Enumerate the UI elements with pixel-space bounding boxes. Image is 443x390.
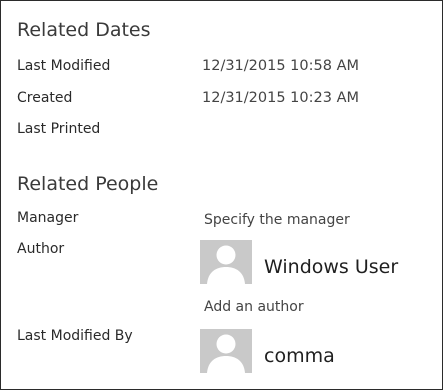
- last-modified-by-name: comma: [264, 345, 335, 367]
- last-printed-label: Last Printed: [17, 121, 101, 137]
- last-modified-by-person[interactable]: comma: [200, 329, 335, 373]
- person-silhouette-icon: [207, 334, 245, 373]
- author-person[interactable]: Windows User: [200, 240, 398, 284]
- author-name: Windows User: [264, 256, 399, 278]
- specify-manager-link[interactable]: Specify the manager: [204, 212, 350, 228]
- person-silhouette-icon: [207, 245, 245, 284]
- related-dates-heading: Related Dates: [17, 19, 151, 41]
- manager-label: Manager: [17, 210, 79, 226]
- related-people-heading: Related People: [17, 173, 159, 195]
- created-label: Created: [17, 90, 73, 106]
- last-modified-value: 12/31/2015 10:58 AM: [202, 58, 360, 74]
- last-modified-by-avatar: [200, 329, 252, 373]
- author-avatar: [200, 240, 252, 284]
- author-label: Author: [17, 241, 65, 257]
- add-author-link[interactable]: Add an author: [204, 299, 304, 315]
- last-modified-by-label: Last Modified By: [17, 328, 133, 344]
- created-value: 12/31/2015 10:23 AM: [202, 90, 360, 106]
- last-modified-label: Last Modified: [17, 58, 111, 74]
- document-properties-panel: Related Dates Last Modified 12/31/2015 1…: [0, 0, 443, 390]
